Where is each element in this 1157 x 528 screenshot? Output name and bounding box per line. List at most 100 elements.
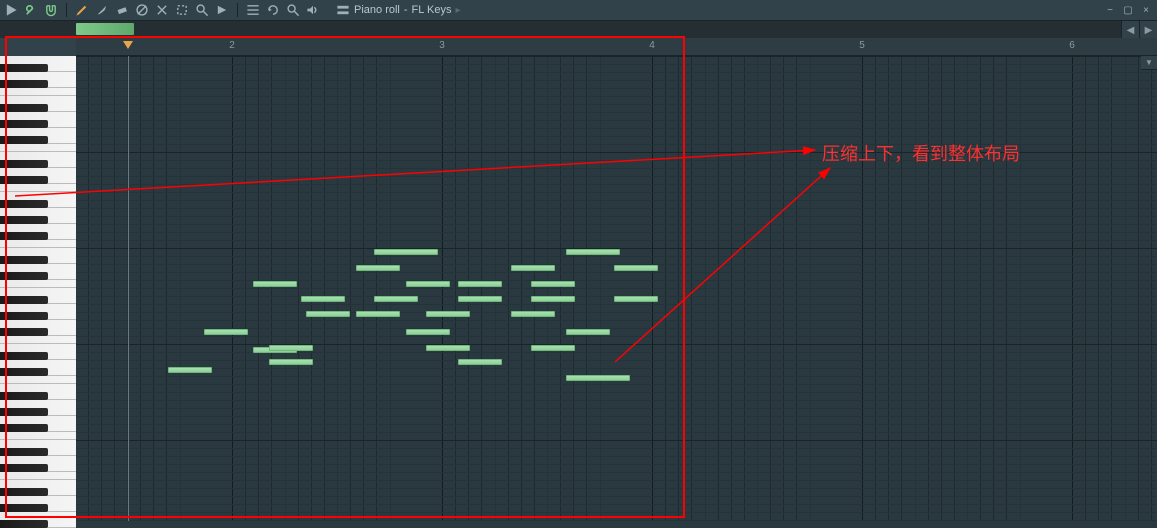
magnet-icon[interactable] — [44, 3, 58, 17]
nav-left-button[interactable]: ◀ — [1121, 21, 1139, 39]
play-icon[interactable] — [4, 3, 18, 17]
black-key[interactable] — [0, 504, 48, 512]
midi-note[interactable] — [511, 311, 555, 317]
playhead-marker-icon[interactable] — [123, 41, 133, 51]
select-icon[interactable] — [175, 3, 189, 17]
midi-note[interactable] — [614, 296, 658, 302]
white-key[interactable] — [0, 240, 76, 248]
white-key[interactable] — [0, 336, 76, 344]
minimize-button[interactable]: − — [1103, 3, 1117, 17]
midi-note[interactable] — [406, 281, 450, 287]
midi-note[interactable] — [406, 329, 450, 335]
white-key[interactable] — [0, 376, 76, 384]
speaker-icon[interactable] — [306, 3, 320, 17]
black-key[interactable] — [0, 368, 48, 376]
pencil-icon[interactable] — [75, 3, 89, 17]
brush-icon[interactable] — [95, 3, 109, 17]
rowline — [76, 168, 1157, 169]
maximize-button[interactable]: ▢ — [1121, 3, 1135, 17]
zoom-tool-icon[interactable] — [286, 3, 300, 17]
black-key[interactable] — [0, 328, 48, 336]
refresh-icon[interactable] — [266, 3, 280, 17]
midi-note[interactable] — [374, 249, 438, 255]
black-key[interactable] — [0, 352, 48, 360]
black-key[interactable] — [0, 488, 48, 496]
midi-note[interactable] — [269, 359, 313, 365]
black-key[interactable] — [0, 312, 48, 320]
midi-note[interactable] — [426, 345, 470, 351]
white-key[interactable] — [0, 432, 76, 440]
white-key[interactable] — [0, 280, 76, 288]
rowline — [76, 432, 1157, 433]
white-key[interactable] — [0, 88, 76, 96]
rowline — [76, 384, 1157, 385]
rowline — [76, 96, 1157, 97]
black-key[interactable] — [0, 272, 48, 280]
black-key[interactable] — [0, 520, 48, 528]
midi-note[interactable] — [301, 296, 345, 302]
cut-icon[interactable] — [155, 3, 169, 17]
white-key[interactable] — [0, 184, 76, 192]
midi-note[interactable] — [511, 265, 555, 271]
black-key[interactable] — [0, 392, 48, 400]
midi-note[interactable] — [356, 311, 400, 317]
rowline — [76, 336, 1157, 337]
black-key[interactable] — [0, 136, 48, 144]
black-key[interactable] — [0, 256, 48, 264]
grid-icon[interactable] — [246, 3, 260, 17]
white-key[interactable] — [0, 144, 76, 152]
overview-handle[interactable] — [76, 23, 134, 35]
piano-keyboard[interactable] — [0, 56, 76, 521]
midi-note[interactable] — [269, 345, 313, 351]
black-key[interactable] — [0, 80, 48, 88]
wrench-icon[interactable] — [24, 3, 38, 17]
mute-icon[interactable] — [135, 3, 149, 17]
midi-note[interactable] — [531, 345, 575, 351]
black-key[interactable] — [0, 216, 48, 224]
close-button[interactable]: × — [1139, 3, 1153, 17]
midi-note[interactable] — [458, 281, 502, 287]
black-key[interactable] — [0, 160, 48, 168]
dropdown-icon[interactable] — [336, 3, 350, 17]
midi-note[interactable] — [531, 281, 575, 287]
midi-note[interactable] — [614, 265, 658, 271]
black-key[interactable] — [0, 200, 48, 208]
midi-note[interactable] — [356, 265, 400, 271]
black-key[interactable] — [0, 408, 48, 416]
midi-note[interactable] — [566, 329, 610, 335]
midi-note[interactable] — [253, 281, 297, 287]
midi-note[interactable] — [426, 311, 470, 317]
playback-icon[interactable] — [215, 3, 229, 17]
black-key[interactable] — [0, 448, 48, 456]
midi-note[interactable] — [306, 311, 350, 317]
white-key[interactable] — [0, 472, 76, 480]
midi-note[interactable] — [204, 329, 248, 335]
midi-note[interactable] — [531, 296, 575, 302]
midi-note[interactable] — [566, 249, 620, 255]
black-key[interactable] — [0, 424, 48, 432]
overview-track[interactable] — [76, 21, 1157, 38]
black-key[interactable] — [0, 464, 48, 472]
black-key[interactable] — [0, 296, 48, 304]
eraser-icon[interactable] — [115, 3, 129, 17]
black-key[interactable] — [0, 176, 48, 184]
title-instrument: FL Keys — [412, 4, 452, 16]
midi-note[interactable] — [168, 367, 212, 373]
midi-note[interactable] — [458, 359, 502, 365]
midi-note[interactable] — [374, 296, 418, 302]
rowline — [76, 208, 1157, 209]
midi-note[interactable] — [458, 296, 502, 302]
black-key[interactable] — [0, 120, 48, 128]
nav-right-button[interactable]: ▶ — [1139, 21, 1157, 39]
black-key[interactable] — [0, 104, 48, 112]
rowline — [76, 320, 1157, 321]
breadcrumb-arrow-icon[interactable]: ▸ — [455, 5, 460, 16]
midi-note[interactable] — [566, 375, 630, 381]
black-key[interactable] — [0, 232, 48, 240]
ruler-track[interactable]: 23456 — [76, 38, 1157, 55]
zoom-icon[interactable] — [195, 3, 209, 17]
note-grid[interactable] — [76, 56, 1157, 521]
bar-number: 5 — [859, 40, 865, 51]
scroll-down-button[interactable]: ▼ — [1141, 56, 1157, 70]
black-key[interactable] — [0, 64, 48, 72]
